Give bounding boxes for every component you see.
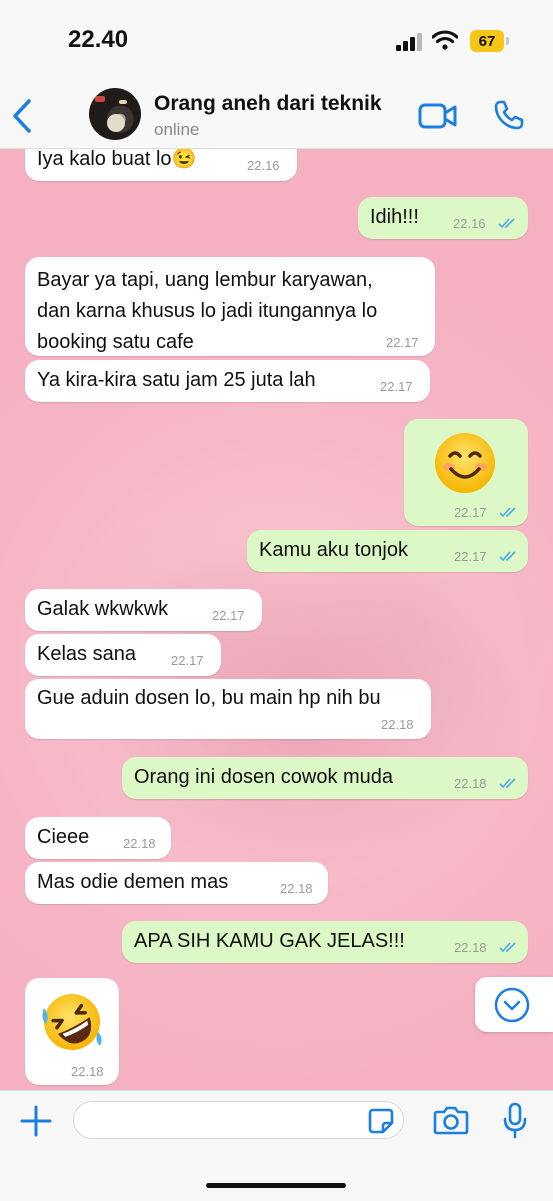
message-time: 22.17 (454, 505, 487, 520)
message-time: 22.17 (171, 653, 204, 668)
message-incoming[interactable]: Gue aduin dosen lo, bu main hp nih bu 22… (25, 679, 431, 739)
message-text: Galak wkwkwk (37, 598, 169, 620)
chat-area[interactable]: Iya kalo buat lo😉 22.16 Idih!!! 22.16 Ba… (0, 149, 553, 1090)
message-outgoing[interactable]: APA SIH KAMU GAK JELAS!!! 22.18 (122, 921, 528, 963)
status-bar: 22.40 67 (0, 0, 553, 84)
message-time: 22.17 (212, 608, 245, 623)
message-outgoing[interactable]: Kamu aku tonjok 22.17 (247, 530, 528, 572)
back-chevron-icon[interactable] (10, 98, 34, 134)
message-input[interactable] (73, 1101, 404, 1139)
message-time: 22.18 (454, 940, 487, 955)
video-call-icon[interactable] (418, 102, 458, 130)
message-text: APA SIH KAMU GAK JELAS!!! (134, 930, 405, 952)
message-text: Kelas sana (37, 643, 136, 665)
message-text: Mas odie demen mas (37, 871, 229, 893)
message-time: 22.16 (247, 158, 280, 173)
scroll-to-bottom-button[interactable] (475, 977, 553, 1032)
message-time: 22.16 (453, 216, 486, 231)
cellular-signal-icon (396, 33, 422, 51)
message-outgoing[interactable]: 22.17 (404, 419, 528, 526)
message-outgoing[interactable]: Idih!!! 22.16 (358, 197, 528, 239)
read-receipt-icon (499, 507, 516, 518)
message-incoming[interactable]: Kelas sana 22.17 (25, 634, 221, 676)
plus-icon[interactable] (20, 1105, 52, 1137)
message-text: Cieee (37, 826, 90, 848)
contact-status: online (154, 120, 200, 139)
contact-name[interactable]: Orang aneh dari teknik (154, 92, 382, 116)
message-time: 22.17 (386, 335, 419, 350)
message-time: 22.17 (380, 379, 413, 394)
message-incoming[interactable]: 22.18 (25, 978, 119, 1085)
wifi-icon (432, 30, 458, 50)
status-time: 22.40 (68, 26, 129, 53)
message-incoming[interactable]: Galak wkwkwk 22.17 (25, 589, 262, 631)
home-indicator (206, 1183, 346, 1188)
phone-icon[interactable] (493, 99, 525, 131)
message-incoming[interactable]: Mas odie demen mas 22.18 (25, 862, 328, 904)
message-text: Gue aduin dosen lo, bu main hp nih bu (37, 687, 381, 709)
read-receipt-icon (499, 551, 516, 562)
message-incoming[interactable]: Iya kalo buat lo😉 22.16 (25, 149, 297, 181)
message-time: 22.17 (454, 549, 487, 564)
message-time: 22.18 (280, 881, 313, 896)
message-text: Idih!!! (370, 206, 419, 228)
message-text: Iya kalo buat lo😉 (37, 149, 197, 170)
message-time: 22.18 (454, 776, 487, 791)
microphone-icon[interactable] (502, 1102, 528, 1140)
message-text: Bayar ya tapi, uang lembur karyawan, dan… (37, 269, 378, 353)
read-receipt-icon (499, 778, 516, 789)
input-bar (0, 1090, 553, 1201)
message-time: 22.18 (123, 836, 156, 851)
message-outgoing[interactable]: Orang ini dosen cowok muda 22.18 (122, 757, 528, 799)
rolling-on-floor-laughing-emoji (42, 994, 102, 1050)
scroll-down-icon (494, 987, 530, 1023)
message-text: Ya kira-kira satu jam 25 juta lah (37, 369, 316, 391)
sticker-icon[interactable] (368, 1108, 394, 1134)
battery-indicator: 67 (470, 30, 509, 52)
read-receipt-icon (499, 942, 516, 953)
read-receipt-icon (498, 218, 515, 229)
message-time: 22.18 (381, 717, 414, 732)
chat-header: Orang aneh dari teknik online (0, 84, 553, 149)
message-text: Orang ini dosen cowok muda (134, 766, 394, 788)
message-time: 22.18 (71, 1064, 104, 1079)
message-incoming[interactable]: Ya kira-kira satu jam 25 juta lah 22.17 (25, 360, 430, 402)
smiling-face-emoji (435, 433, 495, 493)
camera-icon[interactable] (433, 1105, 469, 1135)
contact-avatar[interactable] (89, 88, 141, 140)
message-incoming[interactable]: Cieee 22.18 (25, 817, 171, 859)
message-incoming[interactable]: Bayar ya tapi, uang lembur karyawan, dan… (25, 257, 435, 356)
message-text: Kamu aku tonjok (259, 539, 408, 561)
